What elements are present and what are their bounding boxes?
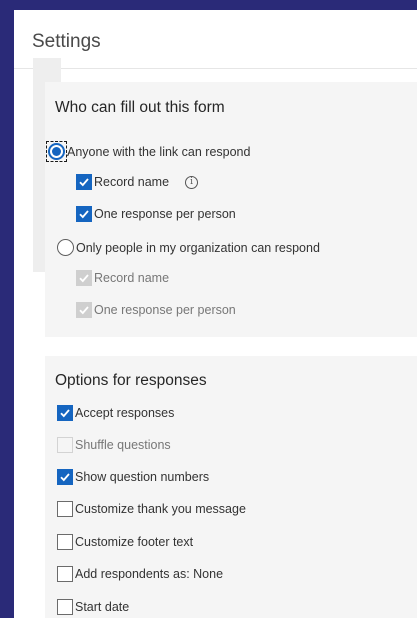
checkbox-unchecked[interactable] — [57, 534, 73, 550]
checkbox-org-one-response: One response per person — [76, 302, 236, 318]
option-accept-responses[interactable]: Accept responses — [57, 405, 174, 421]
option-label: Shuffle questions — [75, 438, 171, 452]
checkbox-disabled — [57, 437, 73, 453]
option-customize-footer[interactable]: Customize footer text — [57, 534, 193, 550]
option-label: Customize thank you message — [75, 502, 246, 516]
who-can-fill-section: Who can fill out this form Anyone with t… — [45, 82, 417, 337]
option-label: Accept responses — [75, 406, 175, 420]
focus-ring — [46, 141, 67, 162]
checkbox-one-response[interactable]: One response per person — [76, 206, 236, 222]
checkbox-checked[interactable] — [57, 405, 73, 421]
checkbox-disabled-checked — [76, 302, 92, 318]
checkmark-icon — [79, 210, 89, 219]
settings-panel: Settings Who can fill out this form Anyo… — [14, 10, 417, 618]
option-label: Start date — [75, 600, 130, 614]
option-label: Show question numbers — [75, 470, 210, 484]
org-one-response-label: One response per person — [94, 303, 236, 317]
section-title-who: Who can fill out this form — [55, 99, 225, 116]
checkbox-unchecked[interactable] — [57, 599, 73, 615]
checkbox-unchecked[interactable] — [57, 501, 73, 517]
option-label: Customize footer text — [75, 535, 194, 549]
checkbox-unchecked[interactable] — [57, 566, 73, 582]
checkbox-checked[interactable] — [76, 174, 92, 190]
page-title: Settings — [32, 31, 101, 52]
radio-button-selected[interactable] — [46, 141, 67, 162]
checkbox-checked[interactable] — [57, 469, 73, 485]
section-gap — [45, 337, 417, 356]
checkmark-icon — [60, 409, 70, 418]
checkmark-icon — [60, 473, 70, 482]
info-icon[interactable]: i — [185, 175, 199, 189]
settings-header: Settings — [14, 10, 417, 69]
checkbox-disabled-checked — [76, 270, 92, 286]
radio-org-option[interactable]: Only people in my organization can respo… — [57, 239, 320, 256]
org-record-name-label: Record name — [94, 271, 170, 285]
option-customize-thank-you[interactable]: Customize thank you message — [57, 501, 246, 517]
radio-anyone-option[interactable]: Anyone with the link can respond — [46, 141, 251, 162]
option-show-question-numbers[interactable]: Show question numbers — [57, 469, 209, 485]
one-response-label: One response per person — [94, 207, 236, 221]
record-name-label: Record name — [94, 175, 170, 189]
section-title-options: Options for responses — [55, 372, 207, 389]
option-shuffle-questions: Shuffle questions — [57, 437, 171, 453]
option-label: Add respondents as: None — [75, 567, 224, 581]
checkbox-org-record-name: Record name — [76, 270, 169, 286]
checkbox-record-name[interactable]: Record name i — [76, 174, 199, 190]
checkbox-checked[interactable] — [76, 206, 92, 222]
option-add-respondents[interactable]: Add respondents as: None — [57, 566, 223, 582]
checkmark-icon — [79, 306, 89, 315]
radio-anyone-label: Anyone with the link can respond — [67, 144, 251, 159]
options-for-responses-section: Options for responses Accept responses S… — [45, 356, 417, 618]
option-start-date[interactable]: Start date — [57, 599, 129, 615]
radio-org-label: Only people in my organization can respo… — [76, 240, 320, 255]
checkmark-icon — [79, 178, 89, 187]
radio-button-unselected[interactable] — [57, 239, 74, 256]
checkmark-icon — [79, 274, 89, 283]
